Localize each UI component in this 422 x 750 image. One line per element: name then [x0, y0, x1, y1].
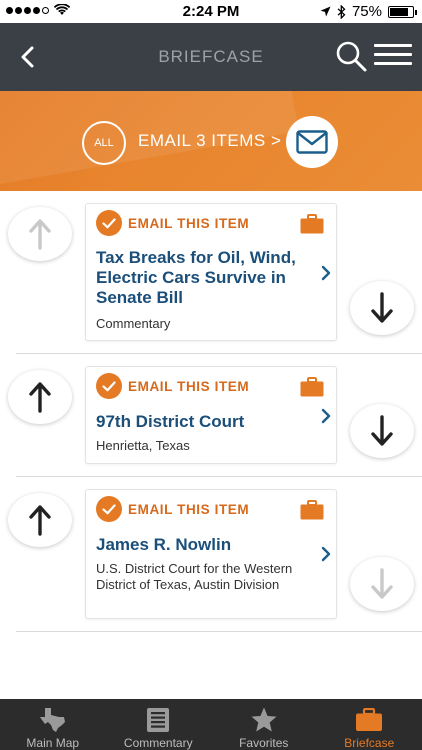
email-button[interactable]: [286, 116, 338, 168]
item-title[interactable]: 97th District Court: [96, 412, 316, 432]
item-subtitle: U.S. District Court for the Western Dist…: [96, 561, 293, 592]
tab-label: Main Map: [26, 736, 80, 750]
divider: [16, 631, 422, 632]
search-button[interactable]: [334, 39, 368, 73]
star-icon: [250, 706, 278, 734]
status-bar: 2:24 PM 75%: [0, 0, 422, 23]
item-title[interactable]: James R. Nowlin: [96, 535, 316, 555]
move-down-button[interactable]: [350, 404, 414, 458]
arrow-down-icon: [371, 568, 393, 599]
briefcase-icon: [300, 500, 324, 520]
tab-label: Favorites: [239, 736, 289, 750]
item-subtitle: Henrietta, Texas: [96, 438, 190, 453]
menu-button[interactable]: [374, 44, 412, 70]
briefcase-icon: [300, 377, 324, 397]
bluetooth-icon: [337, 4, 346, 19]
move-up-button[interactable]: [8, 370, 72, 424]
search-icon: [336, 41, 367, 72]
email-this-item-label: EMAIL THIS ITEM: [128, 215, 250, 231]
chevron-right-icon[interactable]: [320, 546, 332, 562]
battery-percent: 75%: [351, 3, 382, 20]
bottom-tab-bar: Main Map Commentary Favorites Briefcase: [0, 699, 422, 750]
briefcase-item-card[interactable]: EMAIL THIS ITEM Tax Breaks for Oil, Wind…: [85, 203, 337, 341]
select-all-toggle[interactable]: ALL: [82, 121, 126, 165]
tab-label: Briefcase: [344, 736, 395, 750]
arrow-up-icon: [29, 505, 51, 536]
arrow-down-icon: [371, 415, 393, 446]
move-up-button[interactable]: [8, 493, 72, 547]
email-this-item-toggle[interactable]: EMAIL THIS ITEM: [96, 496, 249, 522]
briefcase-item-card[interactable]: EMAIL THIS ITEM James R. Nowlin U.S. Dis…: [85, 489, 337, 619]
move-up-button[interactable]: [8, 207, 72, 261]
checkmark-icon: [96, 373, 122, 399]
chevron-right-icon[interactable]: [320, 408, 332, 424]
email-this-item-toggle[interactable]: EMAIL THIS ITEM: [96, 373, 249, 399]
arrow-up-icon: [29, 382, 51, 413]
email-this-item-label: EMAIL THIS ITEM: [128, 378, 250, 394]
list-item: EMAIL THIS ITEM Tax Breaks for Oil, Wind…: [0, 191, 422, 354]
move-down-button[interactable]: [350, 557, 414, 611]
arrow-down-icon: [371, 292, 393, 323]
briefcase-icon: [355, 706, 383, 734]
item-subtitle: Commentary: [96, 316, 171, 331]
checkmark-icon: [96, 210, 122, 236]
briefcase-icon: [300, 214, 324, 234]
list-item: EMAIL THIS ITEM 97th District Court Henr…: [0, 354, 422, 477]
briefcase-item-card[interactable]: EMAIL THIS ITEM 97th District Court Henr…: [85, 366, 337, 464]
arrow-up-icon: [29, 219, 51, 250]
envelope-icon: [296, 130, 328, 154]
tab-briefcase[interactable]: Briefcase: [317, 699, 422, 750]
hamburger-icon: [374, 44, 412, 65]
location-arrow-icon: [320, 6, 331, 17]
email-items-link[interactable]: EMAIL 3 ITEMS >: [138, 131, 281, 151]
move-down-button[interactable]: [350, 281, 414, 335]
top-nav-bar: BRIEFCASE: [0, 23, 422, 91]
email-banner: ALL EMAIL 3 ITEMS >: [0, 91, 422, 191]
battery-icon: [388, 5, 417, 18]
item-title[interactable]: Tax Breaks for Oil, Wind, Electric Cars …: [96, 248, 316, 308]
texas-icon: [39, 706, 67, 734]
chevron-right-icon[interactable]: [320, 265, 332, 281]
checkmark-icon: [96, 496, 122, 522]
document-icon: [144, 706, 172, 734]
tab-main-map[interactable]: Main Map: [0, 699, 106, 750]
tab-favorites[interactable]: Favorites: [211, 699, 317, 750]
email-this-item-label: EMAIL THIS ITEM: [128, 501, 250, 517]
tab-label: Commentary: [123, 736, 193, 750]
email-this-item-toggle[interactable]: EMAIL THIS ITEM: [96, 210, 249, 236]
list-item: EMAIL THIS ITEM James R. Nowlin U.S. Dis…: [0, 477, 422, 632]
tab-commentary[interactable]: Commentary: [106, 699, 212, 750]
